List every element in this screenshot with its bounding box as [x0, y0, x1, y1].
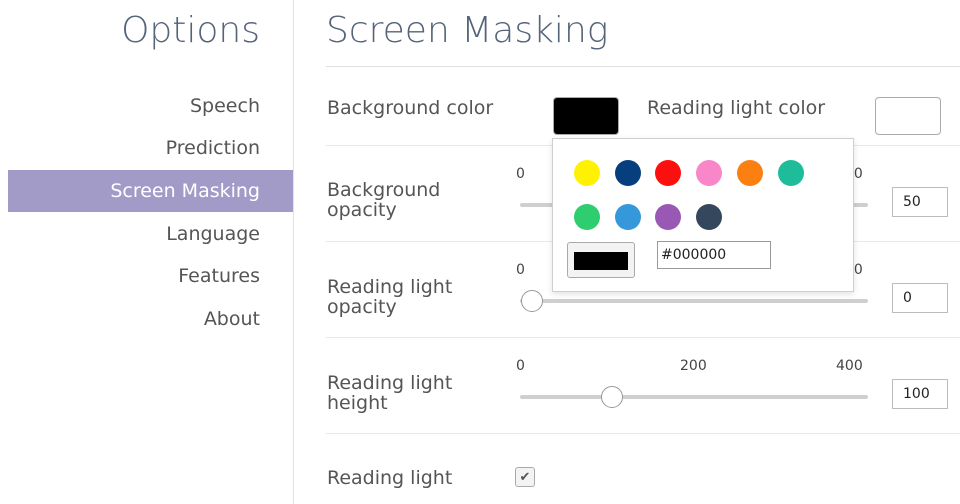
reading-light-height-max-tick: 400	[836, 358, 863, 374]
reading-light-height-min-tick: 0	[516, 358, 525, 374]
swatch-navy[interactable]	[615, 160, 641, 186]
reading-light-height-label-line2: height	[327, 392, 388, 414]
reading-light-opacity-label-line1: Reading light	[327, 276, 453, 298]
background-opacity-label-line1: Background	[327, 179, 441, 201]
swatch-purple[interactable]	[655, 204, 681, 230]
swatch-teal[interactable]	[778, 160, 804, 186]
background-opacity-input[interactable]: 50	[892, 187, 948, 217]
swatch-yellow[interactable]	[574, 160, 600, 186]
reading-light-checkbox[interactable]: ✔	[515, 467, 535, 487]
swatch-green[interactable]	[574, 204, 600, 230]
sidebar-item-language[interactable]: Language	[8, 213, 293, 255]
sidebar-item-features[interactable]: Features	[8, 255, 293, 297]
reading-light-height-slider-thumb[interactable]	[601, 386, 623, 408]
title-divider	[326, 66, 960, 67]
sidebar-item-about[interactable]: About	[8, 298, 293, 340]
reading-light-opacity-slider-track[interactable]	[520, 299, 868, 303]
reading-light-opacity-label-line2: opacity	[327, 296, 397, 318]
color-picker-popup: #000000	[552, 138, 854, 292]
background-opacity-label-line2: opacity	[327, 199, 397, 221]
swatch-dark-slate[interactable]	[696, 204, 722, 230]
page-title: Screen Masking	[326, 10, 609, 51]
current-color-preview[interactable]	[567, 242, 635, 278]
reading-light-color-label: Reading light color	[647, 97, 826, 119]
swatch-orange[interactable]	[737, 160, 763, 186]
reading-light-height-slider-track[interactable]	[520, 395, 868, 399]
background-color-label: Background color	[327, 97, 494, 119]
sidebar-title: Options	[121, 10, 260, 51]
swatch-pink[interactable]	[696, 160, 722, 186]
background-opacity-min-tick: 0	[516, 166, 525, 182]
sidebar-item-screen-masking[interactable]: Screen Masking	[8, 170, 293, 212]
hex-color-input[interactable]: #000000	[657, 241, 771, 269]
current-color-fill	[574, 252, 628, 270]
row-divider	[326, 337, 960, 338]
sidebar: Options Speech Prediction Screen Masking…	[0, 0, 294, 504]
checkmark-icon: ✔	[519, 469, 531, 484]
reading-light-toggle-label: Reading light	[327, 467, 453, 489]
row-divider	[326, 433, 960, 434]
swatch-blue[interactable]	[615, 204, 641, 230]
swatch-red[interactable]	[655, 160, 681, 186]
reading-light-opacity-min-tick: 0	[516, 262, 525, 278]
background-color-swatch[interactable]	[553, 97, 619, 135]
reading-light-opacity-input[interactable]: 0	[892, 283, 948, 313]
reading-light-height-label-line1: Reading light	[327, 372, 453, 394]
reading-light-height-mid-tick: 200	[680, 358, 707, 374]
sidebar-item-prediction[interactable]: Prediction	[8, 127, 293, 169]
sidebar-item-speech[interactable]: Speech	[8, 85, 293, 127]
reading-light-opacity-slider-thumb[interactable]	[521, 290, 543, 312]
reading-light-height-input[interactable]: 100	[892, 379, 948, 409]
reading-light-color-swatch[interactable]	[875, 97, 941, 135]
